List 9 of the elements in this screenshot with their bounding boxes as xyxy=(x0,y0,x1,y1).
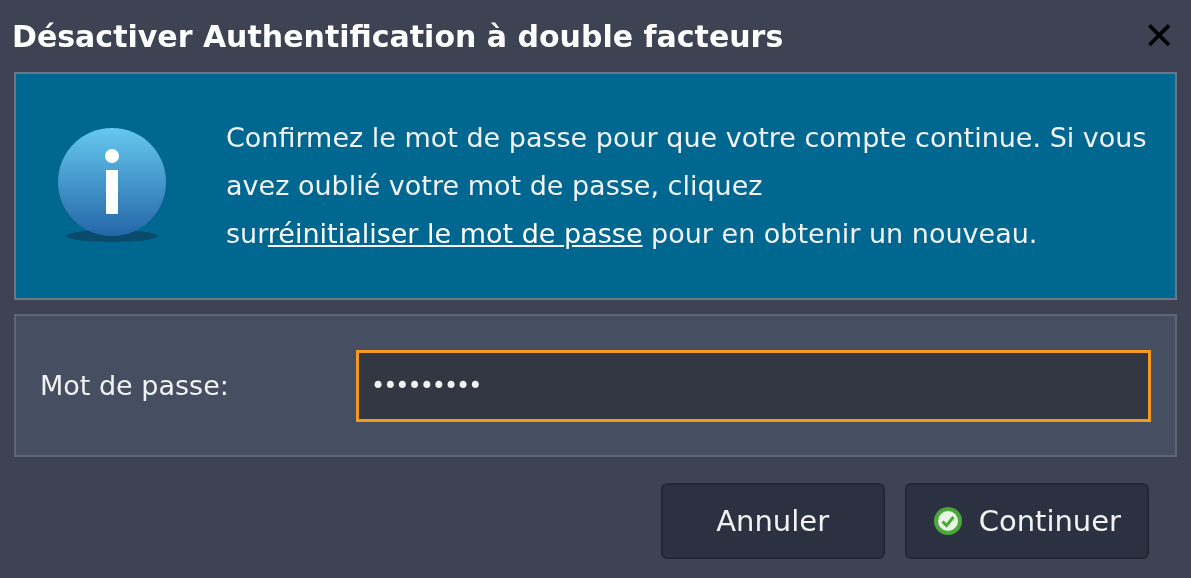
password-field[interactable]: ••••••••• xyxy=(356,349,1151,422)
cancel-button[interactable]: Annuler xyxy=(660,483,885,559)
reset-password-link[interactable]: réinitialiser le mot de passe xyxy=(267,218,643,249)
check-icon xyxy=(932,506,963,536)
info-message: Confirmez le mot de passe pour que votre compte continue. Si vous avez oublié votre mot de passe, cliquez surréinitialiser le mot de passe pour en obtenir un nouveau. xyxy=(226,121,1148,251)
info-icon xyxy=(56,128,168,244)
password-label: Mot de passe: xyxy=(40,370,230,401)
window-title: Désactiver Authentification à double facteurs xyxy=(12,18,784,54)
continue-button[interactable]: Continuer xyxy=(904,483,1149,559)
